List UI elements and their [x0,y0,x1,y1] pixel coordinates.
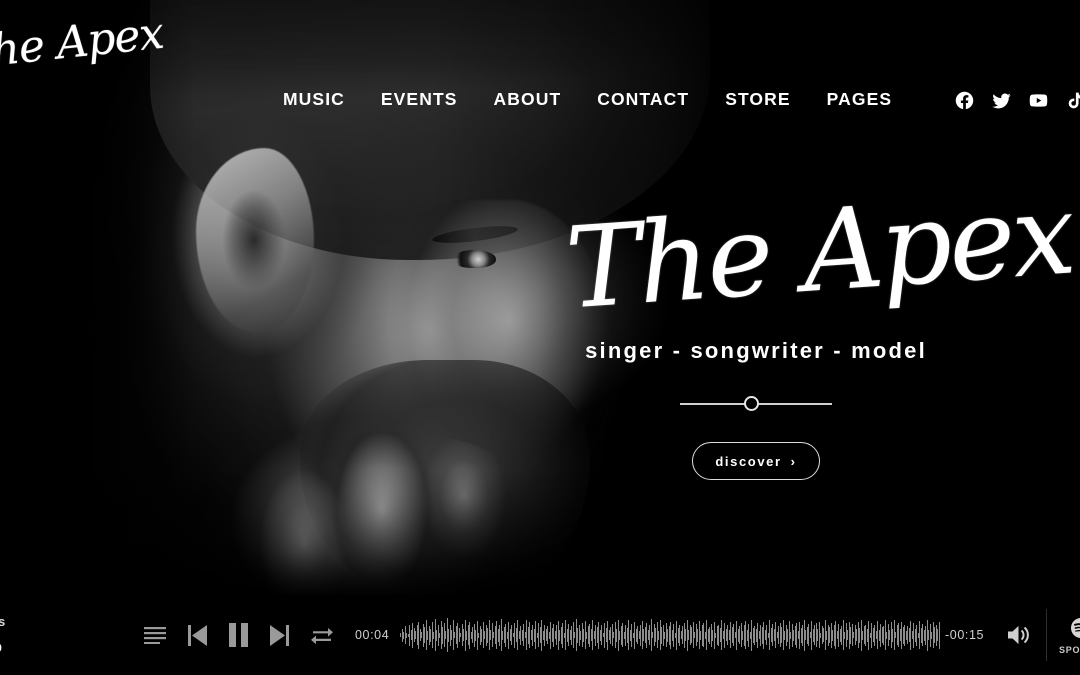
track-info: Tracks tomb [0,595,72,675]
nav-item-about[interactable]: ABOUT [494,89,584,110]
player-controls [144,595,333,675]
nav-item-music[interactable]: MUSIC [283,89,367,110]
divider-knob[interactable] [744,396,759,412]
current-time: 00:04 [355,628,390,642]
nav-item-pages[interactable]: PAGES [827,89,892,110]
hero-content: The Apex singer - songwriter - model dis… [556,169,1076,481]
social-links [954,90,1080,111]
spotify-label: SPOTIFY [1058,644,1080,655]
waveform-seek-bar[interactable] [400,595,940,675]
remaining-time: -00:15 [945,628,985,642]
discover-button[interactable]: discover › [692,442,820,481]
playlist-button[interactable] [144,626,166,644]
nav-item-store[interactable]: STORE [725,89,812,110]
next-track-button[interactable] [270,624,289,646]
track-list-label: Tracks [0,613,6,629]
page-root: The Apex MUSIC EVENTS ABOUT CONTACT STOR… [0,0,1080,675]
shuffle-button[interactable] [311,626,333,644]
current-track-title: tomb [0,639,72,657]
player-divider [1046,609,1047,661]
youtube-icon[interactable] [1028,90,1049,111]
site-header: The Apex MUSIC EVENTS ABOUT CONTACT STOR… [0,0,1080,150]
facebook-icon[interactable] [954,90,975,111]
pause-button[interactable] [229,623,248,647]
spotify-icon [1069,616,1080,640]
audio-player-bar: Tracks tomb [0,595,1080,675]
main-navigation: MUSIC EVENTS ABOUT CONTACT STORE PAGES [283,89,892,110]
chevron-right-icon: › [790,453,797,469]
nav-item-contact[interactable]: CONTACT [597,89,711,110]
hero-title: The Apex [561,169,1077,335]
discover-button-label: discover [715,453,782,469]
tiktok-icon[interactable] [1065,90,1080,111]
hero-slider-divider[interactable] [680,394,832,414]
nav-item-events[interactable]: EVENTS [381,89,480,110]
volume-icon[interactable] [1008,595,1032,675]
spotify-button[interactable]: SPOTIFY [1058,595,1080,675]
twitter-icon[interactable] [991,90,1012,111]
site-logo[interactable]: The Apex [0,8,166,132]
hero-subtitle: singer - songwriter - model [585,338,927,364]
previous-track-button[interactable] [188,624,207,646]
